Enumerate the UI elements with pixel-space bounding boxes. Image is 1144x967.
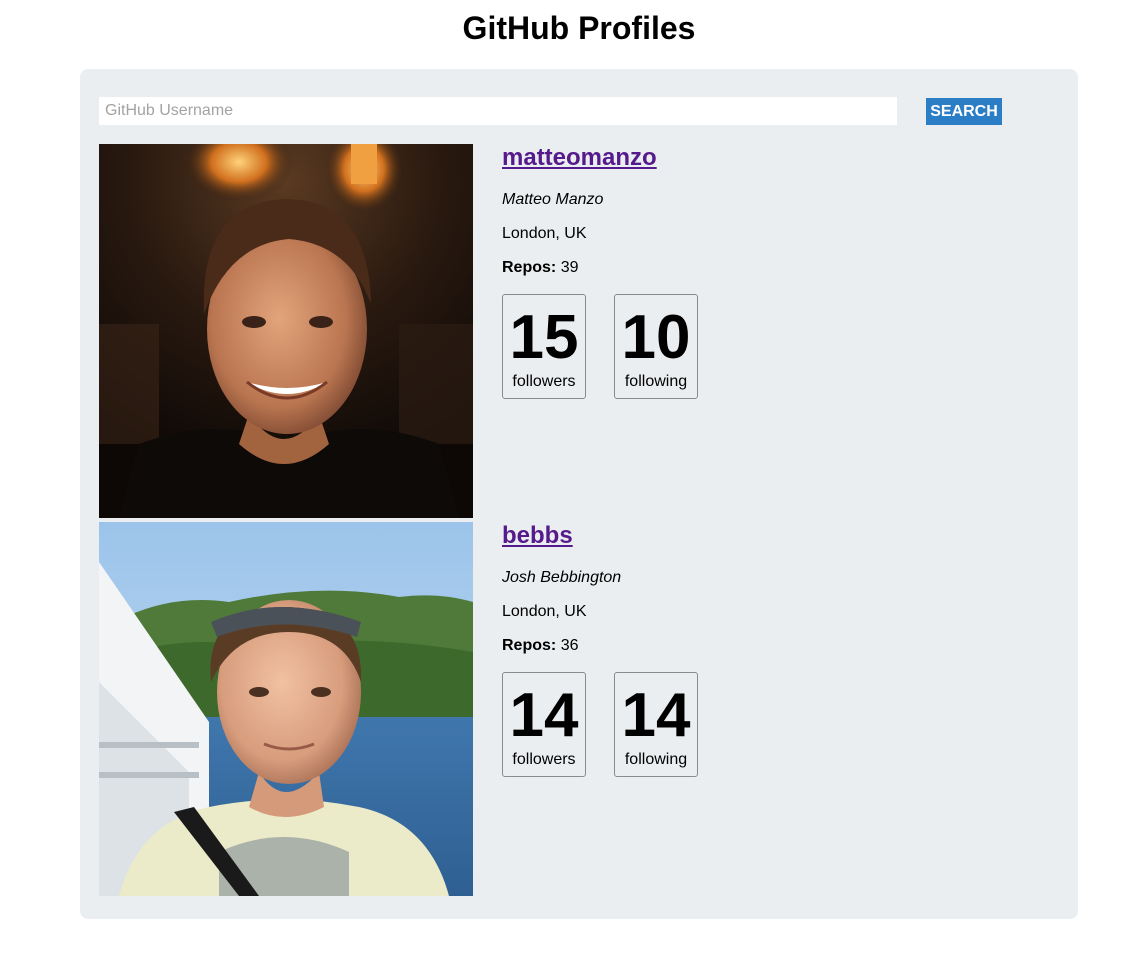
profile-repos: Repos: 39 [502,259,578,277]
repos-label: Repos: [502,637,557,654]
profile-username-link[interactable]: matteomanzo [502,144,657,172]
profile-full-name: Matteo Manzo [502,191,604,208]
profile-location: London, UK [502,603,587,620]
following-box: 10 following [614,294,698,399]
followers-count: 15 [509,303,579,372]
page-title: GitHub Profiles [462,10,696,46]
avatar [99,522,473,896]
profiles-panel: SEARCH [80,69,1078,919]
repos-count: 39 [560,259,579,276]
following-label: following [624,373,688,390]
repos-count: 36 [560,637,579,654]
following-count: 10 [621,303,691,372]
following-box: 14 following [614,672,698,777]
profile-full-name: Josh Bebbington [502,569,622,586]
profile-card: bebbs Josh Bebbington London, UK Repos: … [99,522,1059,896]
followers-box: 14 followers [502,672,586,777]
followers-label: followers [512,373,576,390]
followers-count: 14 [509,681,579,750]
following-count: 14 [621,681,691,750]
search-input[interactable] [99,97,897,125]
search-button[interactable]: SEARCH [926,98,1002,125]
profile-location: London, UK [502,225,587,242]
profile-card: matteomanzo Matteo Manzo London, UK Repo… [99,144,1059,518]
following-label: following [624,751,688,768]
avatar [99,144,473,518]
followers-box: 15 followers [502,294,586,399]
followers-label: followers [512,751,576,768]
profile-username-link[interactable]: bebbs [502,522,573,550]
repos-label: Repos: [502,259,557,276]
profile-repos: Repos: 36 [502,637,578,655]
